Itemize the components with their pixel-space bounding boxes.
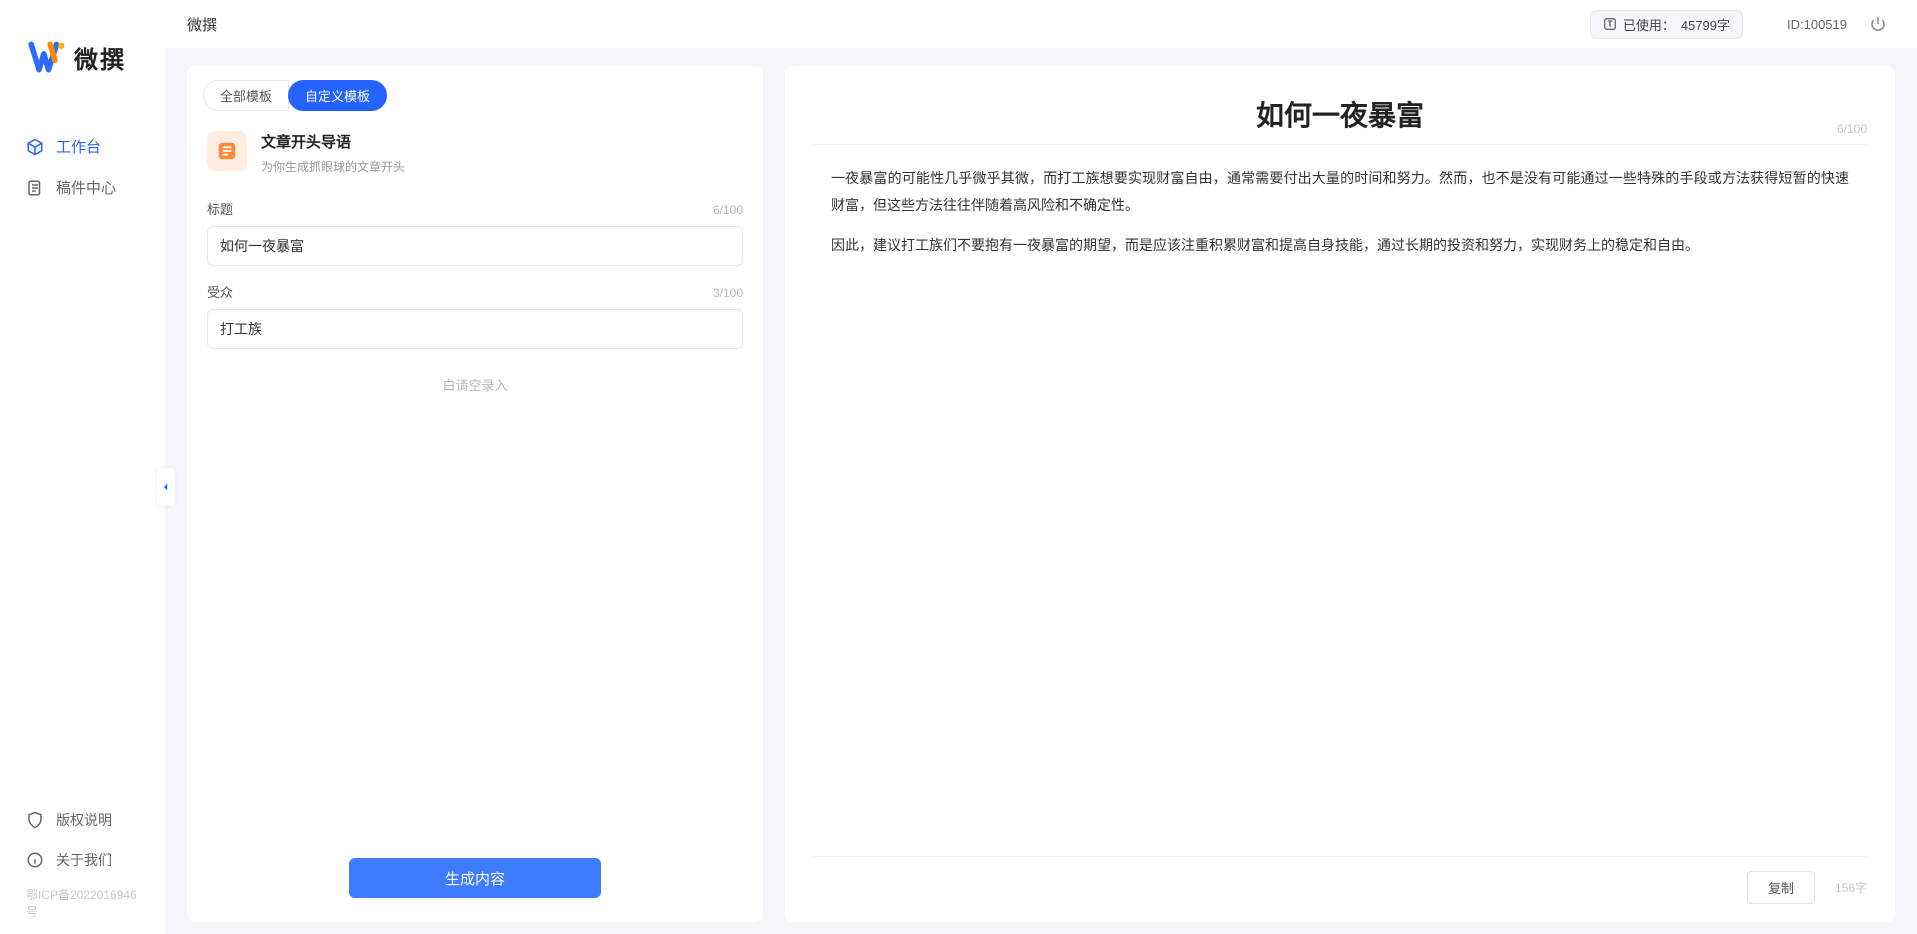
output-body: 一夜暴富的可能性几乎微乎其微，而打工族想要实现财富自由，通常需要付出大量的时间和… xyxy=(785,145,1895,856)
title-input[interactable] xyxy=(207,226,743,266)
sidebar-item-label: 关于我们 xyxy=(56,850,112,870)
icp-text: 鄂ICP备2022016946号 xyxy=(0,880,165,920)
copy-button[interactable]: 复制 xyxy=(1747,871,1815,904)
sidebar-item-label: 版权说明 xyxy=(56,810,112,830)
usage-badge[interactable]: 已使用： 45799字 xyxy=(1590,10,1743,39)
main-area: 微撰 已使用： 45799字 ID:100519 全部模板 xyxy=(165,0,1917,934)
sidebar-nav: 工作台 稿件中心 xyxy=(0,126,165,800)
logo-text: 微撰 xyxy=(74,40,126,75)
field-title-label: 标题 xyxy=(207,199,233,218)
output-footer: 复制 156字 xyxy=(813,856,1867,922)
audience-input[interactable] xyxy=(207,309,743,349)
page-title: 微撰 xyxy=(187,14,217,35)
sidebar: 微撰 工作台 稿件中心 版权说明 xyxy=(0,0,165,934)
field-title-block: 标题 6/100 xyxy=(187,183,763,266)
output-paragraph: 因此，建议打工族们不要抱有一夜暴富的期望，而是应该注重积累财富和提高自身技能，通… xyxy=(831,232,1849,259)
content-row: 全部模板 自定义模板 文章开头导语 为你生成抓眼球的文章开头 xyxy=(165,48,1917,934)
output-title-count: 6/100 xyxy=(1837,122,1867,136)
field-audience-label: 受众 xyxy=(207,282,233,301)
brand-logo: 微撰 xyxy=(0,0,165,96)
power-icon[interactable] xyxy=(1869,15,1887,33)
template-header: 文章开头导语 为你生成抓眼球的文章开头 xyxy=(187,111,763,183)
output-title: 如何一夜暴富 xyxy=(1256,94,1424,134)
generate-button[interactable]: 生成内容 xyxy=(349,858,601,898)
field-audience-block: 受众 3/100 xyxy=(187,266,763,349)
sidebar-item-about[interactable]: 关于我们 xyxy=(0,840,165,880)
sidebar-item-drafts[interactable]: 稿件中心 xyxy=(0,167,165,208)
template-desc: 为你生成抓眼球的文章开头 xyxy=(261,158,405,175)
sidebar-item-copyright[interactable]: 版权说明 xyxy=(0,800,165,840)
tab-all-templates[interactable]: 全部模板 xyxy=(203,80,289,111)
field-title-count: 6/100 xyxy=(713,203,743,217)
template-icon xyxy=(207,131,247,171)
draft-icon xyxy=(26,179,44,197)
usage-value: 45799字 xyxy=(1681,15,1730,34)
text-icon xyxy=(1603,17,1617,31)
shield-icon xyxy=(26,811,44,829)
tab-label: 全部模板 xyxy=(220,89,272,104)
tab-label: 自定义模板 xyxy=(305,89,370,104)
cube-icon xyxy=(26,138,44,156)
logo-icon xyxy=(28,38,66,76)
output-header: 如何一夜暴富 6/100 xyxy=(813,66,1867,145)
sidebar-item-label: 工作台 xyxy=(56,136,101,157)
output-paragraph: 一夜暴富的可能性几乎微乎其微，而打工族想要实现财富自由，通常需要付出大量的时间和… xyxy=(831,165,1849,218)
field-audience-count: 3/100 xyxy=(713,286,743,300)
template-title: 文章开头导语 xyxy=(261,131,405,152)
usage-prefix: 已使用： xyxy=(1623,15,1675,34)
topbar: 微撰 已使用： 45799字 ID:100519 xyxy=(165,0,1917,48)
config-panel: 全部模板 自定义模板 文章开头导语 为你生成抓眼球的文章开头 xyxy=(187,66,763,922)
clear-input-hint[interactable]: 白请空录入 xyxy=(187,375,763,394)
user-id: ID:100519 xyxy=(1787,17,1847,32)
output-panel: 如何一夜暴富 6/100 一夜暴富的可能性几乎微乎其微，而打工族想要实现财富自由… xyxy=(785,66,1895,922)
sidebar-collapse-handle[interactable] xyxy=(157,468,175,506)
sidebar-item-label: 稿件中心 xyxy=(56,177,116,198)
template-tabs: 全部模板 自定义模板 xyxy=(187,66,763,111)
sidebar-footer: 版权说明 关于我们 鄂ICP备2022016946号 xyxy=(0,800,165,934)
tab-custom-template[interactable]: 自定义模板 xyxy=(288,80,387,111)
output-word-count: 156字 xyxy=(1835,879,1867,896)
sidebar-item-workspace[interactable]: 工作台 xyxy=(0,126,165,167)
info-icon xyxy=(26,851,44,869)
